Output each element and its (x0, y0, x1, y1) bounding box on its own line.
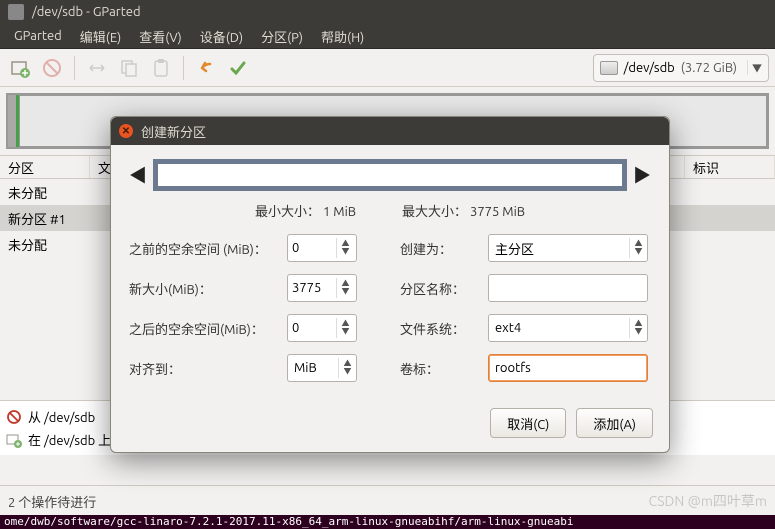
menu-partition[interactable]: 分区(P) (253, 25, 311, 48)
window-title: /dev/sdb - GParted (32, 5, 141, 19)
add-button[interactable]: 添加(A) (576, 408, 653, 438)
resize-button (83, 54, 111, 82)
max-size-value: 3775 MiB (470, 205, 525, 219)
size-limits: 最小大小： 1 MiB 最大大小： 3775 MiB (129, 201, 651, 220)
volume-label-input[interactable] (488, 354, 648, 382)
free-after-input[interactable]: ▲▼ (287, 314, 357, 342)
row-label: 未分配 (8, 183, 47, 202)
dialog-buttons: 取消(C) 添加(A) (111, 396, 669, 452)
row-label: 新分区 #1 (8, 209, 66, 228)
align-select[interactable]: MiB▲▼ (287, 354, 357, 382)
menu-edit[interactable]: 编辑(E) (72, 25, 129, 48)
size-slider: ◀ ▶ (129, 159, 651, 191)
delete-button (38, 54, 66, 82)
toolbar: /dev/sdb (3.72 GiB) ▼ (0, 49, 775, 87)
free-before-input[interactable]: ▲▼ (287, 234, 357, 262)
chevron-updown-icon: ▲▼ (629, 318, 647, 338)
separator (183, 56, 184, 80)
stepper-arrows[interactable]: ▲▼ (336, 278, 354, 298)
create-as-label: 创建为： (400, 239, 480, 258)
filesystem-select[interactable]: ext4▲▼ (488, 314, 648, 342)
create-partition-dialog: ✕ 创建新分区 ◀ ▶ 最小大小： 1 MiB 最大大小： 3775 MiB 之… (110, 116, 670, 453)
col-partition[interactable]: 分区 (0, 156, 90, 178)
dialog-title: 创建新分区 (141, 122, 206, 141)
align-label: 对齐到： (129, 359, 279, 378)
slider-right-handle[interactable]: ▶ (633, 162, 651, 188)
new-size-label: 新大小(MiB)： (129, 279, 279, 298)
stepper-arrows[interactable]: ▲▼ (336, 318, 354, 338)
menu-device[interactable]: 设备(D) (192, 25, 251, 48)
add-icon (6, 432, 22, 448)
menu-view[interactable]: 查看(V) (131, 25, 189, 48)
create-as-select[interactable]: 主分区▲▼ (488, 234, 648, 262)
chevron-down-icon: ▼ (747, 60, 762, 75)
min-size-value: 1 MiB (323, 205, 356, 219)
device-size: (3.72 GiB) (681, 61, 737, 75)
status-bar: 2 个操作待进行 (0, 485, 775, 515)
copy-button (115, 54, 143, 82)
new-size-input[interactable]: ▲▼ (287, 274, 357, 302)
device-selector[interactable]: /dev/sdb (3.72 GiB) ▼ (593, 54, 769, 82)
menu-gparted[interactable]: GParted (6, 27, 70, 45)
stepper-arrows[interactable]: ▲▼ (336, 238, 354, 258)
window-titlebar: /dev/sdb - GParted (0, 0, 775, 24)
delete-icon (6, 409, 22, 425)
terminal-strip: ome/dwb/software/gcc-linaro-7.2.1-2017.1… (0, 515, 775, 529)
separator (74, 56, 75, 80)
device-name: /dev/sdb (624, 61, 675, 75)
menu-help[interactable]: 帮助(H) (313, 25, 372, 48)
status-text: 2 个操作待进行 (8, 496, 96, 510)
free-before-label: 之前的空余空间 (MiB)： (129, 239, 279, 258)
filesystem-label: 文件系统： (400, 319, 480, 338)
undo-button[interactable] (192, 54, 220, 82)
chevron-updown-icon: ▲▼ (338, 358, 356, 378)
app-icon (8, 4, 24, 20)
menubar: GParted 编辑(E) 查看(V) 设备(D) 分区(P) 帮助(H) (0, 24, 775, 49)
slider-track[interactable] (153, 159, 627, 191)
dialog-titlebar[interactable]: ✕ 创建新分区 (111, 117, 669, 145)
volume-label-label: 卷标： (400, 359, 480, 378)
min-size-label: 最小大小： (255, 205, 320, 219)
slider-left-handle[interactable]: ◀ (129, 162, 147, 188)
max-size-label: 最大大小： (402, 205, 467, 219)
col-flags[interactable]: 标识 (685, 156, 775, 178)
partition-name-label: 分区名称： (400, 279, 480, 298)
chevron-updown-icon: ▲▼ (629, 238, 647, 258)
cancel-button[interactable]: 取消(C) (490, 408, 566, 438)
row-label: 未分配 (8, 235, 47, 254)
disk-icon (600, 61, 618, 75)
close-icon[interactable]: ✕ (119, 124, 133, 138)
paste-button (147, 54, 175, 82)
free-after-label: 之后的空余空间(MiB)： (129, 319, 279, 338)
partition-name-input[interactable] (488, 274, 648, 302)
pending-text: 从 /dev/sdb (28, 407, 95, 426)
new-partition-button[interactable] (6, 54, 34, 82)
apply-button[interactable] (224, 54, 252, 82)
